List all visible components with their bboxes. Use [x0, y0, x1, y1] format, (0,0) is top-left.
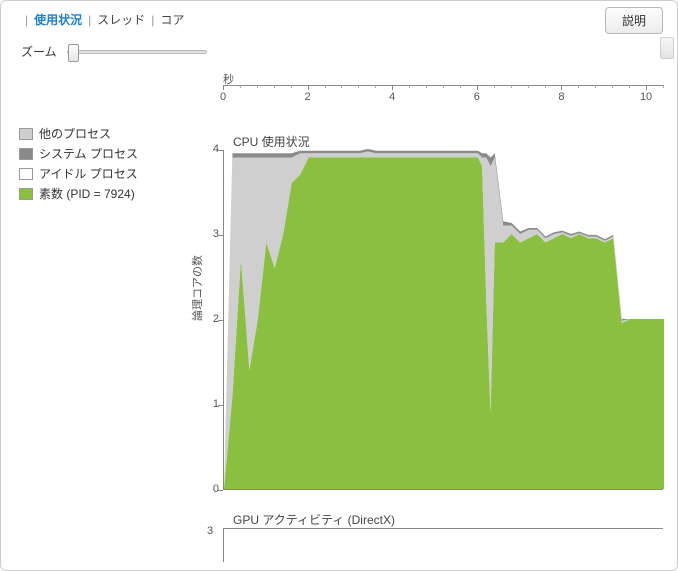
legend-label: 他のプロセス: [39, 125, 111, 142]
x-tick-minor: [257, 85, 258, 88]
x-tick-label: 8: [558, 91, 564, 103]
x-tick-label: 4: [389, 91, 395, 103]
legend-label: アイドル プロセス: [39, 165, 138, 182]
gpu-y-tick-label: 3: [207, 525, 213, 537]
legend-swatch: [19, 128, 33, 140]
x-tick-minor: [460, 85, 461, 88]
gpu-chart: [223, 528, 663, 562]
tab-cores[interactable]: コア: [160, 11, 184, 28]
x-tick-minor: [663, 85, 664, 88]
x-tick: [223, 85, 224, 90]
vertical-scrollbar-thumb[interactable]: [660, 37, 674, 59]
x-tick-minor: [578, 85, 579, 88]
legend-swatch: [19, 168, 33, 180]
y-tick-label: 1: [201, 398, 219, 410]
x-tick-minor: [595, 85, 596, 88]
x-tick-minor: [629, 85, 630, 88]
legend-item-app: 素数 (PID = 7924): [19, 185, 138, 202]
x-tick-minor: [528, 85, 529, 88]
legend-swatch: [19, 148, 33, 160]
legend: 他のプロセスシステム プロセスアイドル プロセス素数 (PID = 7924): [19, 125, 138, 205]
tab-separator: |: [151, 13, 154, 27]
x-tick-minor: [494, 85, 495, 88]
tab-separator: |: [88, 13, 91, 27]
x-tick-minor: [612, 85, 613, 88]
x-tick-minor: [358, 85, 359, 88]
x-tick-minor: [291, 85, 292, 88]
x-tick-minor: [375, 85, 376, 88]
tab-separator: |: [25, 13, 28, 27]
x-tick: [561, 85, 562, 90]
profiler-window: | 使用状況 | スレッド | コア 説明 ズーム 秒 0246810 他のプロ…: [0, 0, 678, 571]
x-tick-minor: [426, 85, 427, 88]
y-tick-label: 3: [201, 228, 219, 240]
y-tick-label: 4: [201, 143, 219, 155]
x-tick-minor: [443, 85, 444, 88]
x-tick-minor: [511, 85, 512, 88]
area-series: [224, 158, 664, 490]
cpu-chart-svg: [224, 149, 664, 489]
x-tick-label: 6: [474, 91, 480, 103]
x-tick-minor: [545, 85, 546, 88]
help-button[interactable]: 説明: [605, 7, 663, 34]
x-tick-minor: [274, 85, 275, 88]
zoom-slider[interactable]: [67, 50, 207, 54]
x-tick-minor: [409, 85, 410, 88]
zoom-control: ズーム: [21, 43, 207, 60]
y-tick-label: 0: [201, 483, 219, 495]
x-tick: [477, 85, 478, 90]
y-tick: [218, 490, 223, 491]
legend-label: 素数 (PID = 7924): [39, 185, 135, 202]
x-tick-label: 2: [305, 91, 311, 103]
cpu-chart: [223, 150, 663, 490]
zoom-label: ズーム: [21, 43, 57, 60]
y-tick-label: 2: [201, 313, 219, 325]
y-axis-label: 論理コアの数: [189, 255, 205, 321]
view-tabs: | 使用状況 | スレッド | コア: [19, 11, 184, 28]
zoom-slider-thumb[interactable]: [68, 44, 79, 62]
legend-swatch: [19, 188, 33, 200]
x-tick: [392, 85, 393, 90]
gpu-chart-title: GPU アクティビティ (DirectX): [233, 511, 395, 528]
x-tick-label: 10: [640, 91, 652, 103]
legend-item-idle: アイドル プロセス: [19, 165, 138, 182]
legend-item-system: システム プロセス: [19, 145, 138, 162]
x-tick: [646, 85, 647, 90]
legend-item-other: 他のプロセス: [19, 125, 138, 142]
tab-usage[interactable]: 使用状況: [34, 11, 82, 28]
legend-label: システム プロセス: [39, 145, 138, 162]
tab-threads[interactable]: スレッド: [97, 11, 145, 28]
x-tick-label: 0: [220, 91, 226, 103]
x-tick-minor: [240, 85, 241, 88]
x-axis: 0 2 4 6 8 10: [223, 85, 663, 103]
cpu-chart-title: CPU 使用状況: [233, 133, 310, 150]
x-tick: [308, 85, 309, 90]
x-tick-minor: [341, 85, 342, 88]
x-tick-minor: [325, 85, 326, 88]
